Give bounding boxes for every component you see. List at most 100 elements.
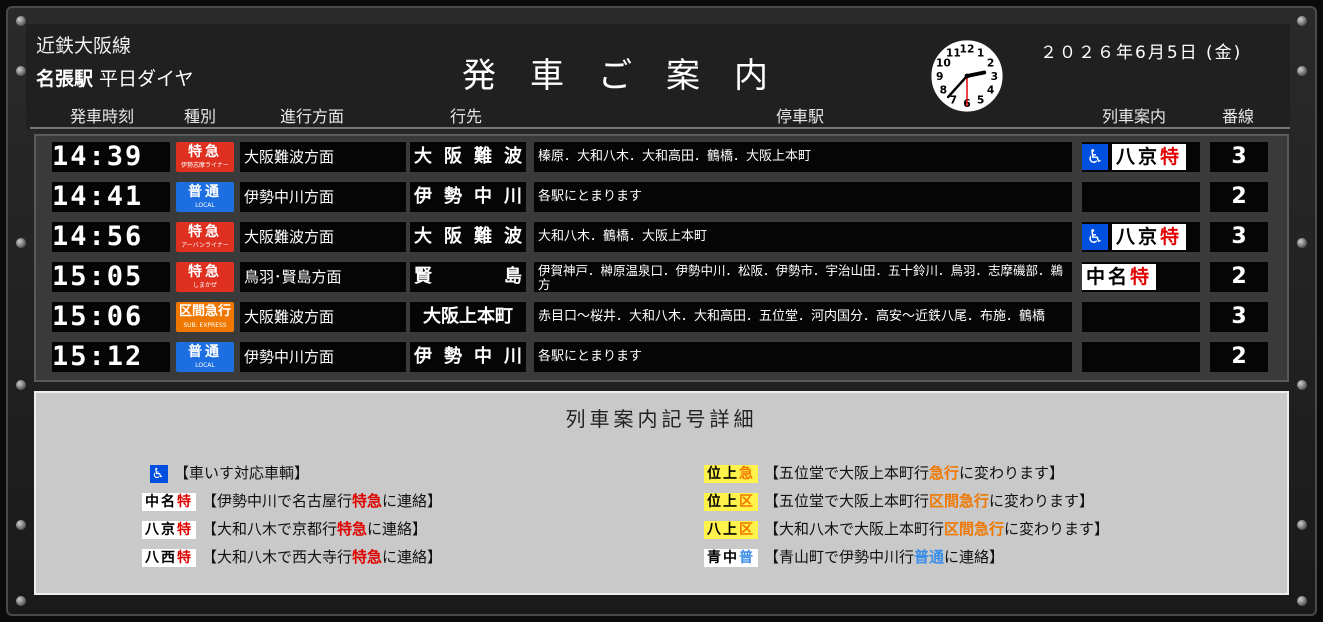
direction: 伊勢中川方面: [240, 342, 406, 372]
legend-panel: 列車案内記号詳細 ♿ 【車いす対応車輌】 中名特 【伊勢中川で名古屋行特急に連絡】 八京…: [34, 391, 1289, 595]
legend-item: 位上区 【五位堂で大阪上本町行区間急行に変わります】: [704, 491, 1094, 511]
legend-text: に変わります】: [1004, 520, 1110, 538]
train-type-sub: 伊勢志摩ライナー: [181, 162, 229, 169]
track-number: 2: [1210, 342, 1268, 372]
bolt-icon: [1297, 66, 1307, 76]
legend-highlight: 区間急行: [929, 492, 990, 510]
legend-text: 【五位堂で大阪上本町行: [764, 492, 930, 510]
track-number: 3: [1210, 302, 1268, 332]
legend-chip: 八西特: [142, 548, 196, 567]
legend-text: に連絡】: [382, 548, 443, 566]
legend-title: 列車案内記号詳細: [565, 407, 758, 431]
destination: 賢島: [410, 262, 526, 292]
connection-route: 中名: [1086, 266, 1131, 288]
table-row: 15:06 区間急行 SUB. EXPRESS 大阪難波方面 大阪上本町 赤目口～桜井．大…: [36, 298, 1287, 336]
direction: 大阪難波方面: [240, 222, 406, 252]
train-type-badge: 区間急行 SUB. EXPRESS: [176, 302, 234, 332]
table-row: 14:41 普通 LOCAL 伊勢中川方面 伊勢中川 各駅にとまります 2: [36, 178, 1287, 216]
col-track: 番線: [1222, 107, 1255, 126]
connection-badge: 八京特: [1112, 144, 1187, 170]
train-type-label: 普通: [188, 184, 222, 200]
departure-time: 14:41: [52, 182, 170, 212]
legend-highlight: 特急: [337, 520, 368, 538]
bolt-icon: [1297, 520, 1307, 530]
legend-text: 【大和八木で大阪上本町行: [764, 520, 945, 538]
legend-text: 【五位堂で大阪上本町行: [764, 464, 930, 482]
bolt-icon: [1297, 596, 1307, 606]
legend-text: に連絡】: [944, 548, 1005, 566]
bolt-icon: [16, 16, 26, 26]
train-type-label: 普通: [188, 344, 222, 360]
departure-time: 14:39: [52, 142, 170, 172]
departure-time: 14:56: [52, 222, 170, 252]
clock-numeral: 5: [977, 94, 984, 107]
legend-chip: 位上急: [704, 464, 758, 483]
legend-chip: 青中普: [704, 548, 758, 567]
track-number: 2: [1210, 182, 1268, 212]
train-type-label: 区間急行: [178, 304, 231, 319]
bolt-icon: [16, 596, 26, 606]
connection-mark: 特: [1130, 266, 1153, 288]
clock-icon: 123456789101112: [928, 37, 1006, 115]
clock-numeral: 8: [940, 84, 947, 97]
date-display: ２０２６年6月5日 (金): [1040, 43, 1243, 63]
legend-chip-mark: 急: [739, 465, 755, 482]
clock-numeral: 1: [977, 46, 984, 59]
legend-text: 【青山町で伊勢中川行: [764, 548, 915, 566]
destination: 伊勢中川: [410, 182, 526, 212]
line-name: 近鉄大阪線: [36, 35, 132, 57]
stop-stations: 伊賀神戸．榊原温泉口．伊勢中川．松阪．伊勢市．宇治山田．五十鈴川．鳥羽．志摩磯部…: [534, 262, 1072, 292]
legend-text: 【車いす対応車輌】: [174, 464, 310, 482]
direction: 鳥羽･賢島方面: [240, 262, 406, 292]
legend-chip: 八京特: [142, 520, 196, 539]
col-guide: 列車案内: [1102, 107, 1167, 126]
destination: 伊勢中川: [410, 342, 526, 372]
train-type-badge: 普通 LOCAL: [176, 182, 234, 212]
bolt-icon: [16, 238, 26, 248]
connection-mark: 特: [1160, 226, 1183, 248]
train-guide: ♿ 八京特: [1082, 142, 1200, 172]
legend-chip-mark: 特: [177, 493, 193, 510]
stop-stations: 各駅にとまります: [534, 342, 1072, 372]
departure-time: 15:12: [52, 342, 170, 372]
station-info: 名張駅 平日ダイヤ: [36, 64, 193, 91]
table-row: 14:56 特急 アーバンライナー 大阪難波方面 大阪難波 大和八木．鶴橋．大阪上本町 ♿ 八…: [36, 218, 1287, 256]
wheelchair-icon: ♿: [150, 464, 168, 483]
table-row: 15:05 特急 しまかぜ 鳥羽･賢島方面 賢島 伊賀神戸．榊原温泉口．伊勢中川．松阪．伊…: [36, 258, 1287, 296]
clock-numeral: 4: [987, 84, 994, 97]
train-type-sub: LOCAL: [195, 362, 215, 369]
legend-chip-mark: 区: [739, 493, 755, 510]
departure-table: 14:39 特急 伊勢志摩ライナー 大阪難波方面 大阪難波 榛原．大和八木．大和高田．鶴橋…: [34, 134, 1289, 382]
legend-chip: 位上区: [704, 492, 758, 511]
stop-stations: 大和八木．鶴橋．大阪上本町: [534, 222, 1072, 252]
legend-item: 青中普 【青山町で伊勢中川行普通に連絡】: [704, 547, 1004, 567]
destination: 大阪難波: [410, 222, 526, 252]
legend-highlight: 特急: [352, 548, 383, 566]
clock-numeral: 3: [991, 70, 998, 83]
col-direction: 進行方面: [280, 107, 345, 126]
connection-mark: 特: [1160, 146, 1183, 168]
legend-highlight: 区間急行: [944, 520, 1005, 538]
bolt-icon: [16, 520, 26, 530]
legend-chip-mark: 普: [739, 549, 755, 566]
direction: 大阪難波方面: [240, 142, 406, 172]
track-number: 3: [1210, 222, 1268, 252]
clock-numeral: 2: [987, 56, 994, 69]
train-guide: 中名特: [1082, 262, 1200, 292]
stop-stations: 赤目口～桜井．大和八木．大和高田．五位堂．河内国分．高安～近鉄八尾．布施．鶴橋: [534, 302, 1072, 332]
legend-item: 位上急 【五位堂で大阪上本町行急行に変わります】: [704, 463, 1064, 483]
stop-stations: 各駅にとまります: [534, 182, 1072, 212]
bolt-icon: [1297, 16, 1307, 26]
train-type-sub: しまかぜ: [192, 282, 217, 289]
board-title: 発車ご案内: [462, 56, 802, 96]
track-number: 2: [1210, 262, 1268, 292]
train-type-label: 特急: [188, 264, 222, 280]
schedule-type: 平日ダイヤ: [99, 68, 194, 90]
train-type-label: 特急: [188, 144, 222, 160]
connection-route: 八京: [1116, 226, 1161, 248]
train-type-sub: アーバンライナー: [181, 242, 229, 249]
wheelchair-icon: ♿: [1082, 144, 1108, 170]
legend-highlight: 急行: [929, 464, 960, 482]
table-row: 15:12 普通 LOCAL 伊勢中川方面 伊勢中川 各駅にとまります 2: [36, 338, 1287, 376]
col-type: 種別: [184, 107, 217, 126]
